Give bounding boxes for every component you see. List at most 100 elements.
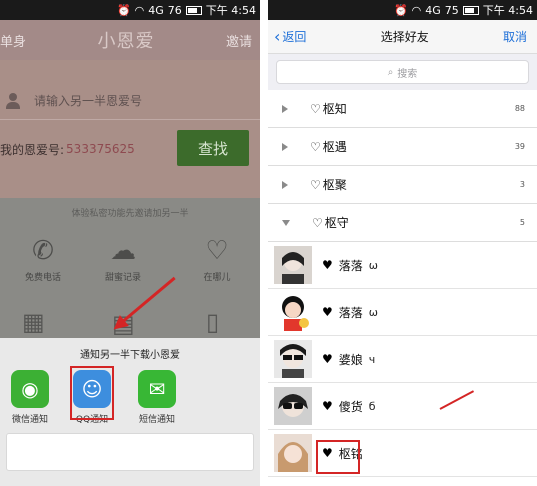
- friend-name-suffix: ω: [368, 258, 378, 272]
- group-label: ♡ 枢知: [310, 100, 347, 117]
- invite-button[interactable]: 邀请: [226, 31, 252, 50]
- share-label: 微信通知: [11, 415, 48, 425]
- group-label: ♡ 枢聚: [310, 176, 347, 193]
- my-number-label: 我的恩爱号:: [0, 142, 65, 157]
- status-time: 下午 4:54: [205, 4, 256, 17]
- search-icon: ⌕: [387, 66, 394, 78]
- chevron-left-icon: ‹: [274, 26, 281, 46]
- my-number-value: 533375625: [66, 142, 135, 156]
- calendar-icon: ▦: [22, 308, 45, 336]
- chevron-right-icon: [282, 142, 288, 151]
- cancel-button[interactable]: 取消: [503, 28, 527, 45]
- avatar: [274, 340, 312, 378]
- heart-icon: ♥: [322, 352, 333, 366]
- battery-percent: 76: [167, 3, 182, 17]
- group-count: 39: [514, 142, 525, 151]
- group-name: 枢守: [324, 216, 349, 230]
- heart-outline-icon: ♡: [310, 101, 321, 116]
- left-phone-screen: ⏰ ◠ 4G 76 下午 4:54 单身 小恩爱 邀请 请输入另一半恩爱号 我的…: [0, 0, 260, 486]
- group-row-expanded[interactable]: ♡ 枢守 5: [268, 204, 537, 242]
- friend-name: ♥ 落落 ω: [322, 257, 378, 274]
- heart-icon: ♥: [322, 305, 333, 319]
- friend-name: ♥ 落落 ω: [322, 304, 378, 321]
- partner-search-panel: [0, 60, 260, 198]
- share-sms-button[interactable]: ✉ 短信通知: [134, 370, 180, 425]
- share-sheet-title: 通知另一半下载小恩爱: [80, 350, 180, 361]
- search-input[interactable]: ⌕ 搜索: [276, 60, 529, 84]
- battery-icon: [185, 5, 202, 15]
- signal-label: 4G: [425, 3, 441, 17]
- share-wechat-button[interactable]: ◉ 微信通知: [7, 370, 53, 425]
- group-count: 3: [519, 180, 525, 189]
- feature-where[interactable]: ♡ 在哪儿: [182, 236, 252, 283]
- alarm-icon: ⏰: [393, 3, 408, 17]
- group-name: 枢遇: [322, 140, 347, 154]
- wifi-icon: ◠: [411, 3, 422, 17]
- sms-icon: ✉: [138, 370, 176, 408]
- avatar: [274, 293, 312, 331]
- group-name: 枢知: [322, 102, 347, 116]
- right-phone-screen: ⏰ ◠ 4G 75 下午 4:54 ‹ 返回 选择好友 取消 ⌕ 搜索 ♡ 枢知 …: [268, 0, 537, 486]
- share-label: 短信通知: [138, 415, 175, 425]
- partner-number-input[interactable]: 请输入另一半恩爱号: [0, 82, 260, 120]
- feature-free-call[interactable]: ✆ 免费电话: [8, 236, 78, 283]
- heart-outline-icon: ♡: [312, 215, 323, 230]
- heart-icon: ♥: [322, 399, 333, 413]
- annotation-arrow: [117, 276, 176, 327]
- avatar: [274, 387, 312, 425]
- cloud-icon: ☁: [110, 236, 136, 266]
- back-button[interactable]: ‹ 返回: [274, 28, 306, 45]
- friend-highlight-box: [316, 440, 360, 474]
- hint-text: 体验私密功能先邀请加另一半: [71, 209, 189, 219]
- friend-row[interactable]: ♥ 傻货 б: [268, 383, 537, 430]
- location-heart-icon: ♡: [205, 236, 229, 266]
- avatar: [274, 434, 312, 472]
- heart-icon: ♥: [322, 258, 333, 272]
- friend-row[interactable]: ♥ 落落 ω: [268, 242, 537, 289]
- chevron-right-icon: [282, 104, 288, 113]
- friend-name: ♥ 婆娘 ч: [322, 351, 375, 368]
- group-row[interactable]: ♡ 枢知 88: [268, 90, 537, 128]
- chevron-right-icon: [282, 180, 288, 189]
- heart-outline-icon: ♡: [310, 139, 321, 154]
- battery-icon: [462, 5, 479, 15]
- status-bar: ⏰ ◠ 4G 76 下午 4:54: [0, 0, 260, 20]
- search-bar: ⌕ 搜索: [268, 54, 537, 90]
- find-button[interactable]: 查找: [177, 130, 249, 166]
- nav-bar: ‹ 返回 选择好友 取消: [268, 20, 537, 54]
- battery-percent: 75: [444, 3, 459, 17]
- feature-label: 甜蜜记录: [104, 273, 141, 283]
- partner-number-placeholder: 请输入另一半恩爱号: [34, 94, 143, 108]
- friend-name-text: 落落: [338, 305, 363, 320]
- friend-name-text: 傻货: [338, 399, 363, 414]
- group-name: 枢聚: [322, 178, 347, 192]
- qq-highlight-box: [70, 366, 114, 420]
- friend-name-suffix: ω: [368, 305, 378, 319]
- user-icon: [6, 92, 20, 109]
- single-status-button[interactable]: 单身: [0, 31, 26, 50]
- group-row[interactable]: ♡ 枢遇 39: [268, 128, 537, 166]
- page-title: 选择好友: [380, 30, 429, 44]
- signal-label: 4G: [148, 3, 164, 17]
- friend-name-text: 落落: [338, 258, 363, 273]
- share-cancel-button[interactable]: [6, 433, 254, 471]
- friend-row[interactable]: ♥ 婆娘 ч: [268, 336, 537, 383]
- friend-row[interactable]: ♥ 枢铭: [268, 430, 537, 477]
- group-count: 88: [514, 104, 525, 113]
- group-count: 5: [519, 218, 525, 227]
- group-label: ♡ 枢守: [312, 214, 349, 231]
- back-label: 返回: [282, 30, 307, 44]
- feature-label: 免费电话: [24, 273, 61, 283]
- friend-name-suffix: б: [368, 399, 376, 413]
- wifi-icon: ◠: [134, 3, 145, 17]
- heart-outline-icon: ♡: [310, 177, 321, 192]
- group-row[interactable]: ♡ 枢聚 3: [268, 166, 537, 204]
- group-label: ♡ 枢遇: [310, 138, 347, 155]
- top-bar: 单身 小恩爱 邀请: [0, 20, 260, 60]
- feature-sweet-record[interactable]: ☁ 甜蜜记录: [88, 236, 158, 283]
- feature-label: 在哪儿: [203, 273, 231, 283]
- friend-row[interactable]: ♥ 落落 ω: [268, 289, 537, 336]
- phone-device-icon: ▯: [206, 308, 220, 336]
- search-placeholder: 搜索: [397, 68, 418, 80]
- friend-name-suffix: ч: [368, 352, 376, 366]
